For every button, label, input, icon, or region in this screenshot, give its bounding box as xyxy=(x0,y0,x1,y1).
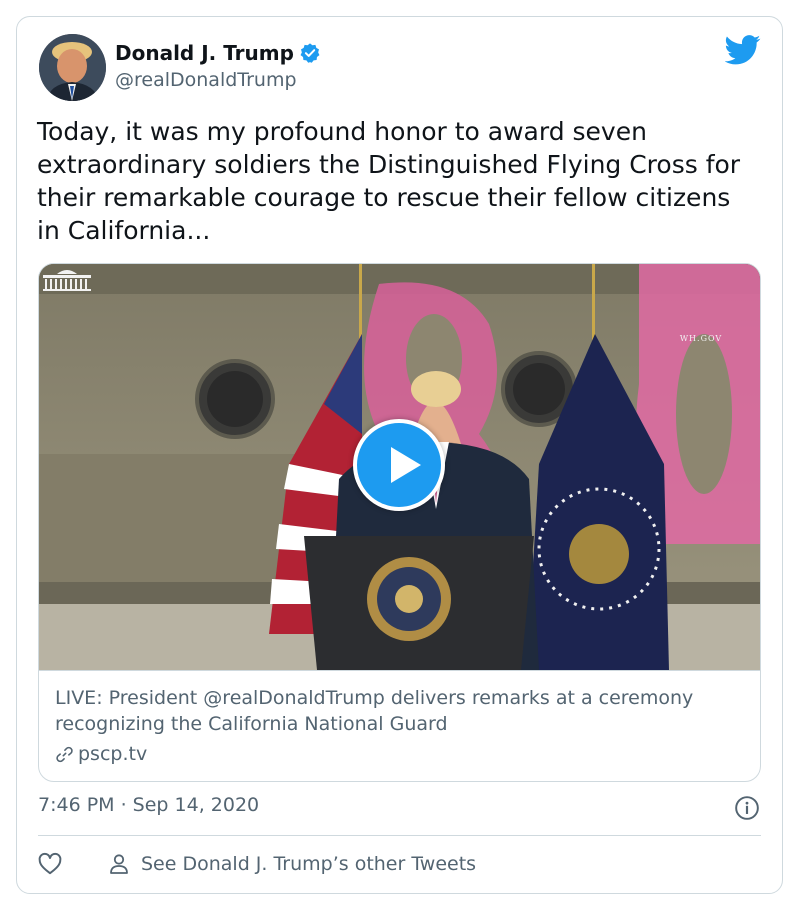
link-preview[interactable]: LIVE: President @realDonaldTrump deliver… xyxy=(39,670,760,781)
link-title[interactable]: LIVE: President @realDonaldTrump deliver… xyxy=(55,685,746,737)
twitter-bird-icon[interactable] xyxy=(725,35,761,65)
white-house-logo-icon xyxy=(43,270,91,291)
author-name[interactable]: Donald J. Trump xyxy=(115,41,294,65)
action-bar: See Donald J. Trump’s other Tweets xyxy=(37,849,476,879)
info-icon[interactable] xyxy=(734,795,760,821)
author-handle[interactable]: @realDonaldTrump xyxy=(115,69,297,91)
play-icon[interactable] xyxy=(353,419,445,511)
verified-badge-icon xyxy=(300,43,320,63)
other-tweets-label[interactable]: See Donald J. Trump’s other Tweets xyxy=(141,853,476,875)
link-icon xyxy=(56,746,73,762)
author-name-row[interactable]: Donald J. Trump xyxy=(115,39,321,67)
link-domain-row[interactable]: pscp.tv xyxy=(55,743,746,765)
divider xyxy=(38,835,761,836)
avatar-image xyxy=(39,34,106,101)
tweet-card: Donald J. Trump @realDonaldTrump Today, … xyxy=(16,16,783,894)
other-tweets-link[interactable]: See Donald J. Trump’s other Tweets xyxy=(107,852,476,876)
watermark-text: WH.GOV xyxy=(679,334,723,343)
avatar[interactable] xyxy=(39,34,106,101)
media-card[interactable]: WH.GOV LIVE: President @realDonaldTrump … xyxy=(38,263,761,782)
tweet-text: Today, it was my profound honor to award… xyxy=(37,117,741,245)
video-player[interactable]: WH.GOV xyxy=(39,264,760,670)
person-icon xyxy=(110,854,128,874)
tweet-timestamp[interactable]: 7:46 PM · Sep 14, 2020 xyxy=(38,794,259,816)
heart-icon[interactable] xyxy=(37,851,63,877)
link-domain[interactable]: pscp.tv xyxy=(78,743,147,765)
